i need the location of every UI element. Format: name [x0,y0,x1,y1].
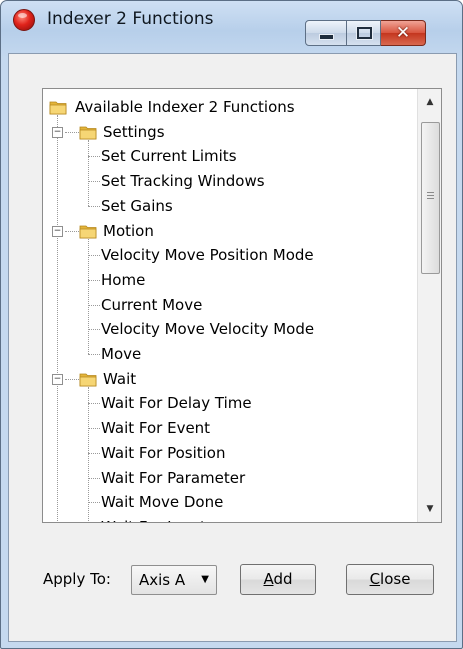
tree-item[interactable]: Wait For Parameter [101,466,245,490]
tree-item[interactable]: Wait For Event [101,416,210,440]
tree-item[interactable]: Wait For Position [101,441,226,465]
tree-item[interactable]: Home [101,268,145,292]
add-label: dd [273,570,293,588]
collapse-toggle-icon[interactable]: − [52,373,63,385]
tree-item[interactable]: Wait Move Done [101,490,223,514]
tree-group-wait[interactable]: Wait [103,367,136,391]
maximize-icon [357,27,372,39]
tree-root-label[interactable]: Available Indexer 2 Functions [75,95,295,119]
minimize-icon [319,34,334,40]
collapse-toggle-icon[interactable]: − [52,225,63,237]
apply-to-label: Apply To: [43,570,111,588]
scroll-up-icon[interactable]: ▲ [418,93,441,111]
collapse-toggle-icon[interactable]: − [52,126,63,138]
tree-group-settings[interactable]: Settings [103,120,165,144]
functions-tree[interactable]: Available Indexer 2 Functions − Settings Se… [42,88,442,523]
scroll-thumb[interactable] [421,122,440,274]
add-mnemonic: A [263,570,274,588]
tree-item[interactable]: Set Current Limits [101,144,237,168]
tree-item[interactable]: Current Move [101,293,202,317]
dialog-window: Indexer 2 Functions ✕ Available Indexer … [0,0,463,649]
vertical-scrollbar[interactable]: ▲ ▼ [417,89,441,522]
dialog-client-area: Available Indexer 2 Functions − Settings Se… [8,53,457,642]
title-bar[interactable]: Indexer 2 Functions ✕ [1,1,462,46]
tree-item[interactable]: Wait For Delay Time [101,391,252,415]
close-window-button[interactable]: ✕ [381,20,426,46]
folder-icon [79,222,97,240]
close-icon: ✕ [395,23,411,43]
tree-content: Available Indexer 2 Functions − Settings Se… [43,89,416,522]
folder-icon [79,123,97,141]
maximize-button[interactable] [347,20,381,46]
minimize-button[interactable] [305,20,347,46]
add-button[interactable]: Add [240,564,316,595]
folder-icon [49,98,67,116]
tree-group-motion[interactable]: Motion [103,219,154,243]
scroll-down-icon[interactable]: ▼ [418,500,441,518]
close-label: lose [380,570,411,588]
tree-item[interactable]: Velocity Move Velocity Mode [101,317,314,341]
app-icon [13,9,35,31]
close-mnemonic: C [369,570,381,588]
tree-item[interactable]: Set Gains [101,194,173,218]
tree-item[interactable]: Wait For Input [101,515,206,522]
window-title: Indexer 2 Functions [47,9,214,29]
axis-select[interactable]: Axis A ▼ [131,565,217,595]
tree-item[interactable]: Set Tracking Windows [101,169,265,193]
chevron-down-icon: ▼ [201,574,209,585]
window-controls: ✕ [305,20,426,46]
tree-item[interactable]: Move [101,342,141,366]
tree-item[interactable]: Velocity Move Position Mode [101,243,314,267]
close-button[interactable]: Close [346,564,434,595]
folder-icon [79,370,97,388]
axis-select-value: Axis A [139,571,186,589]
